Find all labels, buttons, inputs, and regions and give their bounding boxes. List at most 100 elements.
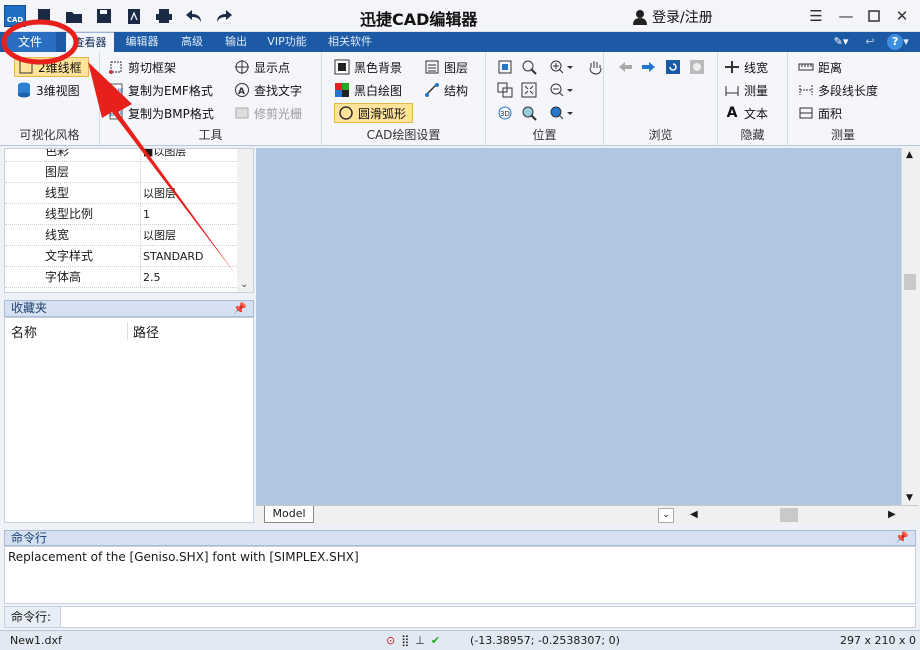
distance-button[interactable]: 距离 — [798, 57, 842, 77]
pan-hand-icon[interactable] — [586, 58, 604, 76]
open-folder-icon[interactable] — [64, 6, 84, 26]
command-input-label: 命令行: — [5, 607, 61, 627]
zoom-out-icon[interactable] — [548, 81, 576, 99]
drawing-canvas[interactable] — [256, 148, 902, 505]
group-cad-settings: 黑色背景 黑白绘图 圆滑弧形 图层 结构 CAD绘图设置 — [322, 52, 486, 146]
command-input[interactable] — [63, 607, 913, 627]
area-label: 面积 — [818, 106, 843, 121]
check-icon[interactable]: ✔ — [431, 631, 440, 650]
copy-bmp-button[interactable]: BMP 复制为BMP格式 — [108, 103, 214, 123]
group-label-measure: 测量 — [830, 128, 855, 142]
properties-scrollbar[interactable]: ⌄ — [237, 149, 253, 292]
layout-dropdown-icon[interactable]: ⌄ — [658, 508, 674, 523]
smooth-arc-icon — [338, 105, 354, 121]
save-icon[interactable] — [94, 6, 114, 26]
svg-text:EMF: EMF — [111, 88, 124, 95]
line-width-button[interactable]: 线宽 — [724, 57, 768, 77]
zoom-window-icon[interactable] — [520, 58, 538, 76]
tab-vip[interactable]: VIP功能 — [262, 32, 312, 52]
print-icon[interactable] — [154, 6, 174, 26]
login-link[interactable]: 登录/注册 — [632, 7, 713, 27]
3d-orbit-icon[interactable]: 3D — [496, 104, 514, 122]
app-logo-icon[interactable]: CAD — [4, 5, 26, 27]
copy-emf-button[interactable]: EMF 复制为EMF格式 — [108, 80, 213, 100]
tab-viewer[interactable]: 查看器 — [66, 32, 114, 52]
property-row[interactable]: 图层 — [5, 162, 237, 183]
area-button[interactable]: 面积 — [798, 103, 842, 123]
layers-icon — [424, 59, 440, 75]
tab-editor[interactable]: 编辑器 — [120, 32, 164, 52]
zoom-extents-icon[interactable] — [496, 58, 514, 76]
zoom-options-icon[interactable] — [548, 104, 576, 122]
crop-frame-button[interactable]: 剪切框架 — [108, 57, 176, 77]
group-position: 3D 位置 — [486, 52, 604, 146]
property-row[interactable]: 线型比例 1 — [5, 204, 237, 225]
structure-button[interactable]: 结构 — [424, 80, 468, 100]
layers-button[interactable]: 图层 — [424, 57, 468, 77]
bw-drawing-icon — [334, 82, 350, 98]
close-button[interactable]: ✕ — [892, 6, 912, 26]
grid-icon[interactable]: ⣿ — [401, 631, 409, 650]
style-brush-icon[interactable]: ✎▾ — [828, 32, 854, 52]
pin-icon[interactable]: 📌 — [895, 531, 909, 545]
tab-file[interactable]: 文件 — [4, 32, 56, 52]
pdf-icon[interactable] — [124, 6, 144, 26]
maximize-button[interactable] — [864, 6, 884, 26]
scroll-left-icon[interactable]: ◀ — [690, 509, 698, 520]
snap-magnet-icon[interactable]: ⊙ — [386, 631, 395, 650]
command-title: 命令行 — [11, 531, 48, 545]
fit-view-icon[interactable] — [520, 81, 538, 99]
menu-icon[interactable]: ☰ — [806, 6, 826, 26]
horizontal-scroll-thumb[interactable] — [780, 508, 798, 522]
undo-icon[interactable] — [184, 6, 204, 26]
new-file-icon[interactable] — [34, 6, 54, 26]
measure-hide-button[interactable]: 测量 — [724, 80, 768, 100]
2d-wireframe-button[interactable]: 2维线框 — [14, 57, 89, 77]
property-row[interactable]: 线型 以图层 — [5, 183, 237, 204]
back-arrow-icon[interactable] — [616, 58, 634, 76]
structure-icon — [424, 82, 440, 98]
refresh-icon[interactable] — [664, 58, 682, 76]
property-value: 1 — [143, 208, 150, 221]
redo-icon[interactable] — [214, 6, 234, 26]
tab-output[interactable]: 输出 — [218, 32, 254, 52]
scroll-up-icon[interactable]: ▲ — [906, 150, 913, 160]
minimize-button[interactable]: — — [836, 6, 856, 26]
scroll-down-icon[interactable]: ⌄ — [240, 279, 248, 290]
forward-arrow-icon[interactable] — [640, 58, 658, 76]
favorites-col-name[interactable]: 名称 — [11, 322, 37, 341]
text-hide-button[interactable]: A 文本 — [724, 103, 768, 123]
polyline-length-button[interactable]: 多段线长度 — [798, 80, 878, 100]
property-row[interactable]: 文字样式 STANDARD — [5, 246, 237, 267]
favorites-col-path[interactable]: 路径 — [133, 322, 159, 341]
area-icon — [798, 105, 814, 121]
scroll-down-icon[interactable]: ▼ — [906, 493, 913, 503]
previous-view-icon[interactable] — [496, 81, 514, 99]
zoom-in-icon[interactable] — [548, 58, 576, 76]
tab-model[interactable]: Model — [264, 506, 314, 523]
smooth-arc-button[interactable]: 圆滑弧形 — [334, 103, 414, 123]
black-background-button[interactable]: 黑色背景 — [334, 57, 402, 77]
vertical-scroll-thumb[interactable] — [904, 274, 916, 290]
3d-view-button[interactable]: 3维视图 — [16, 80, 80, 100]
scroll-right-icon[interactable]: ▶ — [888, 509, 896, 520]
group-label-hide: 隐藏 — [740, 128, 765, 142]
ortho-icon[interactable]: ⊥ — [415, 631, 425, 650]
property-value: ■以图层 — [143, 148, 187, 158]
vertical-scrollbar[interactable]: ▲ ▼ — [901, 148, 918, 505]
command-output: Replacement of the [Geniso.SHX] font wit… — [4, 546, 916, 604]
property-row[interactable]: 字体高 2.5 — [5, 267, 237, 288]
back-icon[interactable]: ↩ — [860, 32, 880, 52]
zoom-realtime-icon[interactable] — [520, 104, 538, 122]
bw-drawing-button[interactable]: 黑白绘图 — [334, 80, 402, 100]
show-points-button[interactable]: 显示点 — [234, 57, 290, 77]
property-row[interactable]: 线宽 以图层 — [5, 225, 237, 246]
property-row[interactable]: 色彩 ■以图层 — [5, 148, 237, 162]
stop-icon[interactable] — [688, 58, 706, 76]
tab-advanced[interactable]: 高级 — [174, 32, 210, 52]
tab-related-software[interactable]: 相关软件 — [320, 32, 380, 52]
help-icon[interactable]: ? ▾ — [882, 32, 914, 52]
pin-icon[interactable]: 📌 — [233, 301, 247, 316]
find-text-button[interactable]: A 查找文字 — [234, 80, 302, 100]
trim-raster-button[interactable]: 修剪光栅 — [234, 103, 302, 123]
